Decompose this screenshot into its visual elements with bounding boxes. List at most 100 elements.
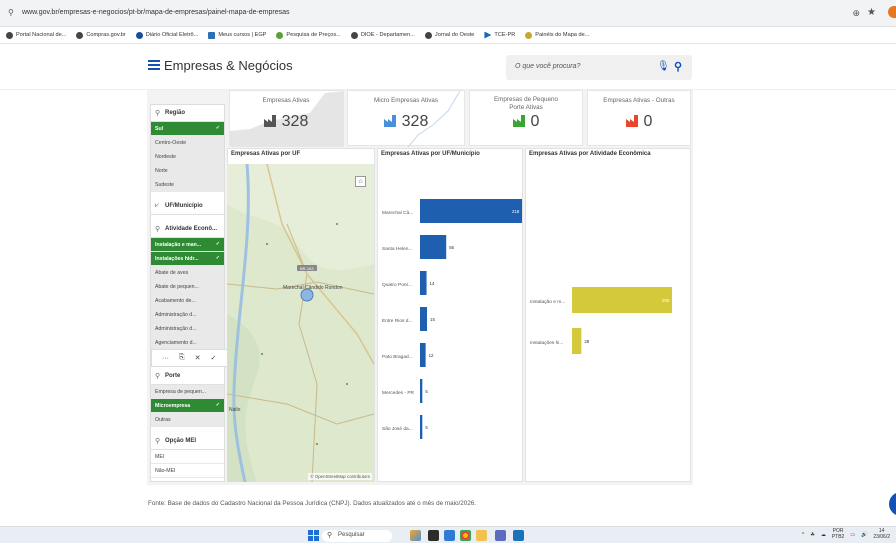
- filter-header-uf-municipio[interactable]: ⩗ UF/Município: [151, 198, 224, 215]
- search-icon: ⚲: [155, 110, 161, 117]
- filter-option[interactable]: Instalação e man...: [151, 238, 224, 252]
- bookmark-item[interactable]: Diário Oficial Eletrô...: [135, 31, 198, 39]
- bar-category-label: Marechal Câ...: [382, 210, 413, 216]
- search-icon[interactable]: ⚲: [674, 60, 682, 73]
- filter-option[interactable]: Administração d...: [151, 322, 224, 336]
- svg-text:Marechal Cândido Rondon: Marechal Cândido Rondon: [283, 285, 343, 291]
- filter-option[interactable]: Agenciamento d...: [151, 336, 224, 350]
- bookmark-item[interactable]: DIOE - Departamen...: [350, 31, 415, 39]
- atividade-chart-svg[interactable]: Instalação e m... 300 Instalações hi... 28: [526, 161, 692, 481]
- svg-text:Nailo: Nailo: [229, 407, 241, 413]
- bookmark-label: Pesquisa de Preços...: [286, 32, 341, 38]
- hamburger-menu-icon[interactable]: [148, 60, 160, 70]
- factory-icon: [512, 115, 525, 127]
- search-input[interactable]: O que você procura?: [515, 63, 580, 70]
- widget-app-icon[interactable]: [410, 530, 421, 541]
- filter-option[interactable]: Sul: [151, 122, 224, 136]
- filter-option[interactable]: Instalações hidr...: [151, 252, 224, 266]
- filter-option[interactable]: Não-MEI: [151, 464, 224, 478]
- bar-value-label: 28: [584, 339, 589, 344]
- bookmark-item[interactable]: Painéis do Mapa de...: [525, 31, 589, 39]
- bookmark-star-icon[interactable]: ★: [867, 7, 876, 18]
- taskbar-search[interactable]: ⚲ Pesquisar: [322, 530, 392, 542]
- kpi-number: 0: [643, 113, 653, 130]
- word-app-icon[interactable]: [444, 530, 455, 541]
- cancel-selection-icon[interactable]: ✕: [195, 354, 201, 362]
- select-tool-icon[interactable]: ⎘: [179, 354, 185, 362]
- task-view-icon[interactable]: [428, 530, 439, 541]
- file-explorer-icon[interactable]: [476, 530, 487, 541]
- filter-header-regiao[interactable]: ⚲ Região: [151, 105, 224, 122]
- bar[interactable]: [420, 271, 427, 295]
- bar[interactable]: [420, 379, 423, 403]
- teams-app-icon[interactable]: [495, 530, 506, 541]
- volume-icon[interactable]: 🔊: [861, 532, 867, 538]
- bar-category-label: São José da...: [382, 426, 413, 432]
- bookmark-item[interactable]: Compras.gov.br: [76, 31, 126, 39]
- bookmark-item[interactable]: Pesquisa de Preços...: [276, 31, 341, 39]
- filter-option[interactable]: Nordeste: [151, 150, 224, 164]
- filter-title: Atividade Econô...: [165, 226, 218, 232]
- site-title[interactable]: Empresas & Negócios: [164, 58, 293, 73]
- chevron-up-icon[interactable]: ^: [802, 532, 804, 538]
- filter-option[interactable]: Microempresa: [151, 399, 224, 413]
- filter-title: Opção MEI: [165, 438, 197, 444]
- url-text[interactable]: www.gov.br/empresas-e-negocios/pt-br/map…: [22, 9, 290, 16]
- chat-button[interactable]: [889, 492, 896, 516]
- filter-header-porte[interactable]: ⚲ Porte: [151, 368, 224, 385]
- municipio-chart-svg[interactable]: Marechal Câ... 218 Santa Helen... 56 Quatro …: [378, 161, 524, 481]
- microphone-icon[interactable]: 🎙: [657, 61, 670, 72]
- bar[interactable]: [420, 307, 428, 331]
- filter-option[interactable]: Abate de pequen...: [151, 280, 224, 294]
- chrome-app-icon[interactable]: [460, 530, 471, 541]
- profile-avatar[interactable]: [888, 6, 896, 18]
- windows-start-icon[interactable]: [308, 530, 319, 541]
- cloud-app-icon[interactable]: ☁: [821, 532, 826, 538]
- chart-title: Empresas Ativas por Atividade Econômica: [529, 151, 651, 157]
- map-view[interactable]: BR-163 Marechal Cândido Rondon Nailo ⌂ ©…: [227, 164, 374, 482]
- bar[interactable]: [420, 343, 426, 367]
- bookmark-item[interactable]: Meus cursos | EGP: [208, 31, 266, 39]
- filter-header-atividade[interactable]: ⚲ Atividade Econô...: [151, 221, 224, 238]
- more-options-icon[interactable]: ···: [162, 355, 169, 362]
- language-indicator[interactable]: POR PTB2: [832, 528, 845, 540]
- data-source-note: Fonte: Base de dados do Cadastro Naciona…: [148, 500, 476, 507]
- bar[interactable]: [572, 328, 582, 354]
- site-info-icon[interactable]: ⚲: [8, 8, 14, 17]
- search-icon: ⚲: [155, 373, 161, 380]
- bar[interactable]: [572, 287, 672, 313]
- display-icon[interactable]: ▭: [850, 532, 855, 538]
- bookmark-item[interactable]: Jornal do Oeste: [424, 31, 474, 39]
- filter-option[interactable]: Centro-Oeste: [151, 136, 224, 150]
- map-credit[interactable]: © OpenStreetMap contributors: [308, 473, 372, 480]
- search-box[interactable]: O que você procura? 🎙 ⚲: [506, 55, 692, 80]
- filter-header-opcao-mei[interactable]: ⚲ Opção MEI: [151, 433, 224, 450]
- browser-address-bar[interactable]: ⚲ www.gov.br/empresas-e-negocios/pt-br/m…: [0, 0, 896, 27]
- filter-option[interactable]: Sudeste: [151, 178, 224, 192]
- bookmark-label: Portal Nacional de...: [16, 32, 67, 38]
- bookmark-item[interactable]: TCE-PR: [484, 31, 515, 39]
- bar[interactable]: [420, 415, 423, 439]
- clock[interactable]: 14 23/06/2: [873, 528, 890, 540]
- filter-option[interactable]: Acabamento de...: [151, 294, 224, 308]
- bar[interactable]: [420, 235, 447, 259]
- filter-option[interactable]: Administração d...: [151, 308, 224, 322]
- bookmark-item[interactable]: Portal Nacional de...: [6, 31, 67, 39]
- filter-option[interactable]: MEI: [151, 450, 224, 464]
- filter-option[interactable]: Norte: [151, 164, 224, 178]
- bar[interactable]: [420, 199, 522, 223]
- bar-value-label: 56: [449, 245, 454, 250]
- site-header: Empresas & Negócios O que você procura? …: [0, 44, 896, 90]
- kpi-value: 328: [230, 113, 342, 131]
- factory-icon: [383, 115, 396, 127]
- outlook-app-icon[interactable]: [513, 530, 524, 541]
- filter-option[interactable]: Abate de aves: [151, 266, 224, 280]
- municipio-bar-chart: Empresas Ativas por UF/Município Marecha…: [377, 148, 523, 482]
- bar-value-label: 300: [662, 298, 670, 303]
- home-icon[interactable]: ⌂: [355, 176, 366, 187]
- filter-option[interactable]: Empresa de pequen...: [151, 385, 224, 399]
- confirm-selection-icon[interactable]: ✓: [210, 354, 216, 362]
- filter-option[interactable]: Outras: [151, 413, 224, 427]
- zoom-icon[interactable]: ⊕: [852, 8, 860, 19]
- network-app-icon[interactable]: ☘: [810, 532, 814, 538]
